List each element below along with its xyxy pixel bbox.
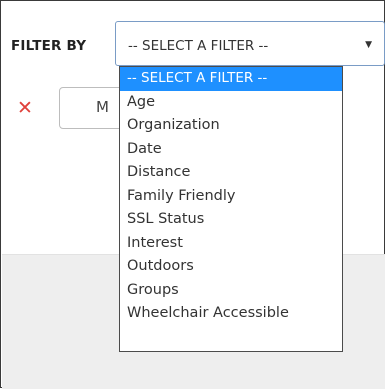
caret-down-icon: ▼ (365, 40, 372, 50)
filter-option[interactable]: SSL Status (120, 208, 342, 232)
filter-option[interactable]: Distance (120, 161, 342, 185)
filter-panel: FILTER BY -- SELECT A FILTER -- ▼ ✕ M --… (0, 0, 385, 389)
filter-select[interactable]: -- SELECT A FILTER -- ▼ (115, 21, 385, 66)
filter-options-list: -- SELECT A FILTER -- Age Organization D… (119, 66, 343, 352)
filter-option[interactable]: Organization (120, 114, 342, 138)
filter-option[interactable]: Interest (120, 232, 342, 256)
filter-option[interactable]: Outdoors (120, 255, 342, 279)
filter-by-label: FILTER BY (11, 38, 87, 54)
filter-option[interactable]: Age (120, 91, 342, 115)
filter-option[interactable]: Groups (120, 279, 342, 303)
filter-option[interactable]: -- SELECT A FILTER -- (120, 67, 342, 91)
filter-select-value: -- SELECT A FILTER -- (128, 38, 269, 54)
filter-option[interactable]: Date (120, 138, 342, 162)
filter-option[interactable]: Family Friendly (120, 185, 342, 209)
filter-option[interactable]: Wheelchair Accessible (120, 302, 342, 326)
filter-value-text: M (96, 98, 109, 116)
close-icon[interactable]: ✕ (17, 99, 33, 118)
